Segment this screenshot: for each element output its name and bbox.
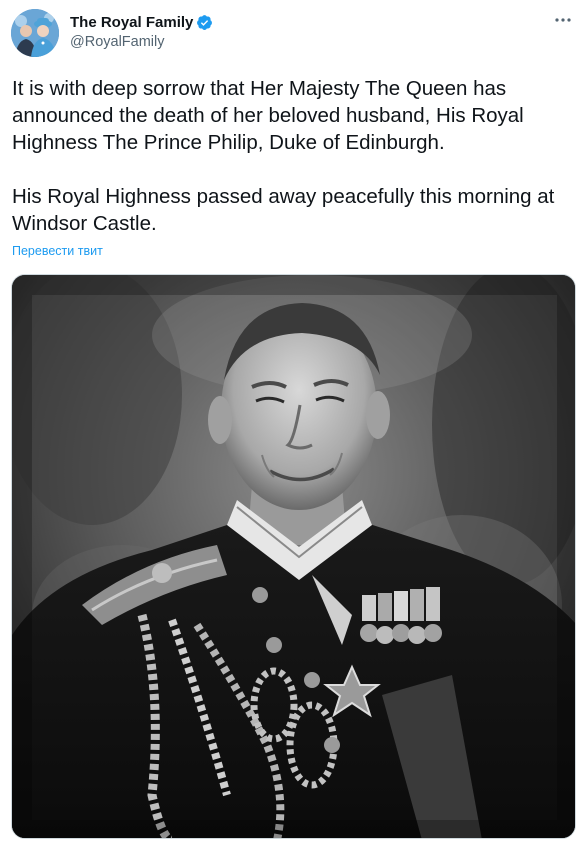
tweet-text-paragraph: His Royal Highness passed away peacefull… — [12, 185, 555, 235]
author-avatar[interactable] — [11, 9, 59, 57]
tweet-card[interactable]: The Royal Family @RoyalFamily It is with… — [0, 0, 587, 851]
verified-badge-icon — [196, 14, 213, 31]
translate-tweet-link[interactable]: Перевести твит — [12, 244, 103, 258]
more-options-button[interactable] — [553, 10, 573, 30]
tweet-header: The Royal Family @RoyalFamily — [70, 12, 537, 50]
tweet-text: It is with deep sorrow that Her Majesty … — [12, 75, 577, 237]
author-display-name[interactable]: The Royal Family — [70, 14, 193, 31]
tweet-text-paragraph: It is with deep sorrow that Her Majesty … — [12, 77, 524, 154]
more-horizontal-icon — [555, 18, 571, 22]
tweet-media-photo[interactable] — [11, 274, 576, 839]
avatar-image — [11, 9, 59, 57]
author-handle[interactable]: @RoyalFamily — [70, 34, 537, 50]
name-row: The Royal Family — [70, 12, 537, 32]
portrait-photo — [12, 275, 575, 838]
